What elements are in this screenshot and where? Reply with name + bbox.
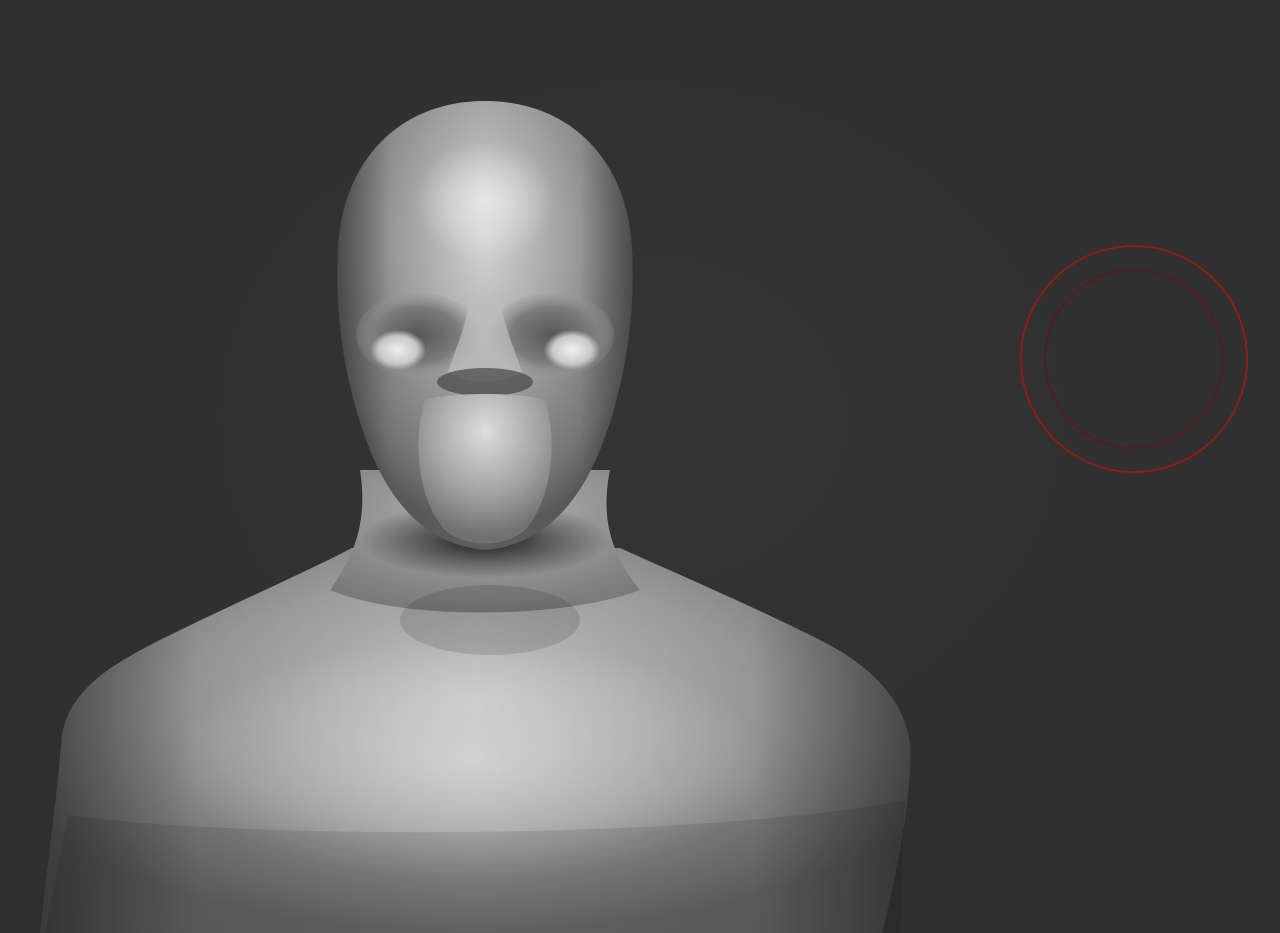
brush-cursor[interactable] [1019, 244, 1249, 474]
right-eye-highlight [544, 330, 600, 370]
left-eye-highlight [370, 330, 426, 370]
forehead-highlight [415, 140, 555, 260]
sculpt-viewport[interactable] [0, 0, 1280, 933]
nose-underside-shadow [437, 368, 533, 396]
neck-hollow-shadow [400, 585, 580, 655]
chin-block [418, 394, 552, 544]
brush-focal-shift-ring [1044, 269, 1224, 449]
brush-draw-size-ring [1020, 245, 1248, 473]
